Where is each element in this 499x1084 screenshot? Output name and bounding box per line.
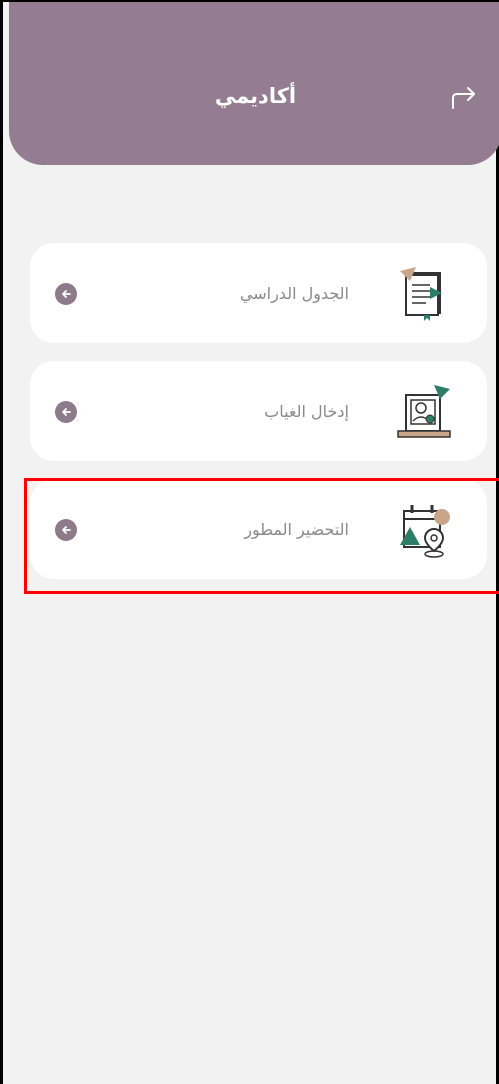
page-title: أكاديمي [214,84,297,108]
app-header: أكاديمي [9,2,499,165]
menu-item-label: إدخال الغياب [264,401,349,421]
schedule-book-icon [400,267,442,321]
phone-screen: أكاديمي الجدول الدراسي إدخال الغياب التح… [0,0,499,1084]
menu-item-absence[interactable]: إدخال الغياب [30,361,487,461]
arrow-right-curved-icon[interactable] [449,84,479,112]
arrow-left-circle-icon[interactable] [55,283,77,305]
menu-item-schedule[interactable]: الجدول الدراسي [30,243,487,343]
absence-entry-icon [397,385,451,438]
menu-item-label: الجدول الدراسي [239,283,349,303]
arrow-left-circle-icon[interactable] [55,401,77,423]
highlight-annotation [24,478,499,594]
